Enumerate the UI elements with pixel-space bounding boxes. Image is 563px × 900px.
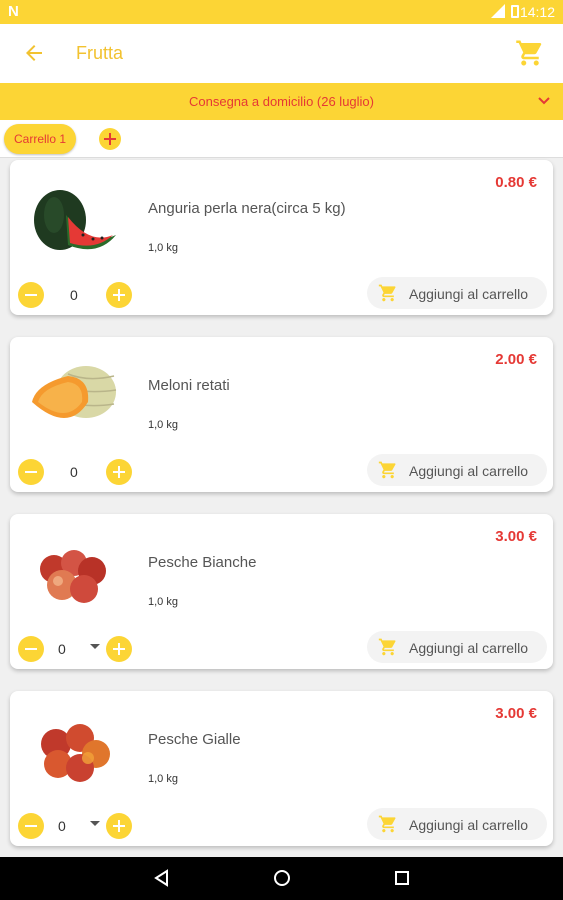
product-price: 3.00 € bbox=[495, 528, 537, 545]
cart-icon[interactable] bbox=[515, 38, 545, 68]
product-price: 3.00 € bbox=[495, 705, 537, 722]
notification-icon: N bbox=[8, 3, 19, 20]
product-weight: 1,0 kg bbox=[148, 419, 178, 431]
watermelon-image bbox=[34, 190, 116, 250]
product-card: 2.00 € Meloni retati 1,0 kg 0 Aggiungi a… bbox=[10, 337, 553, 492]
status-bar: N 14:12 bbox=[0, 0, 563, 24]
add-to-cart-button[interactable]: Aggiungi al carrello bbox=[367, 454, 547, 486]
quantity-value: 0 bbox=[70, 464, 78, 480]
cart-icon bbox=[378, 815, 396, 833]
delivery-selector[interactable]: Consegna a domicilio (26 luglio) bbox=[0, 83, 563, 120]
minus-icon bbox=[25, 825, 37, 827]
white-peaches-image bbox=[40, 550, 106, 603]
product-weight: 1,0 kg bbox=[148, 242, 178, 254]
decrease-quantity-button[interactable] bbox=[18, 459, 44, 485]
product-weight: 1,0 kg bbox=[148, 596, 178, 608]
chevron-down-icon bbox=[538, 97, 550, 105]
product-name: Pesche Bianche bbox=[148, 554, 257, 571]
add-to-cart-button[interactable]: Aggiungi al carrello bbox=[367, 277, 547, 309]
back-nav-icon[interactable] bbox=[152, 868, 172, 888]
recents-nav-icon[interactable] bbox=[392, 868, 412, 888]
add-to-cart-label: Aggiungi al carrello bbox=[409, 640, 529, 656]
melon-image bbox=[32, 366, 117, 418]
add-to-cart-label: Aggiungi al carrello bbox=[409, 817, 529, 833]
app-bar: Frutta bbox=[0, 24, 563, 83]
product-weight: 1,0 kg bbox=[148, 773, 178, 785]
add-to-cart-button[interactable]: Aggiungi al carrello bbox=[367, 631, 547, 663]
product-price: 2.00 € bbox=[495, 351, 537, 368]
product-name: Anguria perla nera(circa 5 kg) bbox=[148, 200, 346, 217]
delivery-label: Consegna a domicilio (26 luglio) bbox=[189, 94, 374, 109]
cart-tabs: Carrello 1 bbox=[0, 120, 563, 158]
cart-icon bbox=[378, 461, 396, 479]
plus-icon bbox=[113, 643, 125, 655]
product-card: 3.00 € Pesche Gialle 1,0 kg 0 Aggiungi a… bbox=[10, 691, 553, 846]
cart-icon bbox=[378, 638, 396, 656]
plus-icon bbox=[104, 133, 116, 145]
quantity-dropdown-icon[interactable] bbox=[90, 821, 100, 826]
yellow-peaches-image bbox=[41, 724, 110, 782]
product-card: 3.00 € Pesche Bianche 1,0 kg 0 Aggiungi … bbox=[10, 514, 553, 669]
cart-icon bbox=[378, 284, 396, 302]
minus-icon bbox=[25, 471, 37, 473]
tab-cart-1[interactable]: Carrello 1 bbox=[4, 124, 77, 154]
add-cart-button[interactable] bbox=[99, 128, 121, 150]
decrease-quantity-button[interactable] bbox=[18, 282, 44, 308]
product-name: Pesche Gialle bbox=[148, 731, 241, 748]
home-nav-icon[interactable] bbox=[272, 868, 292, 888]
increase-quantity-button[interactable] bbox=[106, 813, 132, 839]
product-name: Meloni retati bbox=[148, 377, 230, 394]
decrease-quantity-button[interactable] bbox=[18, 813, 44, 839]
plus-icon bbox=[113, 466, 125, 478]
increase-quantity-button[interactable] bbox=[106, 636, 132, 662]
add-to-cart-label: Aggiungi al carrello bbox=[409, 286, 529, 302]
add-to-cart-button[interactable]: Aggiungi al carrello bbox=[367, 808, 547, 840]
battery-icon bbox=[511, 5, 519, 18]
back-arrow-icon[interactable] bbox=[22, 41, 46, 65]
clock: 14:12 bbox=[519, 4, 555, 20]
quantity-value: 0 bbox=[58, 818, 66, 834]
add-to-cart-label: Aggiungi al carrello bbox=[409, 463, 529, 479]
quantity-dropdown-icon[interactable] bbox=[90, 644, 100, 649]
minus-icon bbox=[25, 294, 37, 296]
page-title: Frutta bbox=[76, 43, 124, 63]
quantity-value: 0 bbox=[70, 287, 78, 303]
signal-icon bbox=[491, 4, 505, 18]
minus-icon bbox=[25, 648, 37, 650]
increase-quantity-button[interactable] bbox=[106, 282, 132, 308]
increase-quantity-button[interactable] bbox=[106, 459, 132, 485]
quantity-value: 0 bbox=[58, 641, 66, 657]
plus-icon bbox=[113, 820, 125, 832]
product-card: 0.80 € Anguria perla nera(circa 5 kg) 1,… bbox=[10, 160, 553, 315]
decrease-quantity-button[interactable] bbox=[18, 636, 44, 662]
product-price: 0.80 € bbox=[495, 174, 537, 191]
system-nav-bar bbox=[0, 857, 563, 900]
plus-icon bbox=[113, 289, 125, 301]
